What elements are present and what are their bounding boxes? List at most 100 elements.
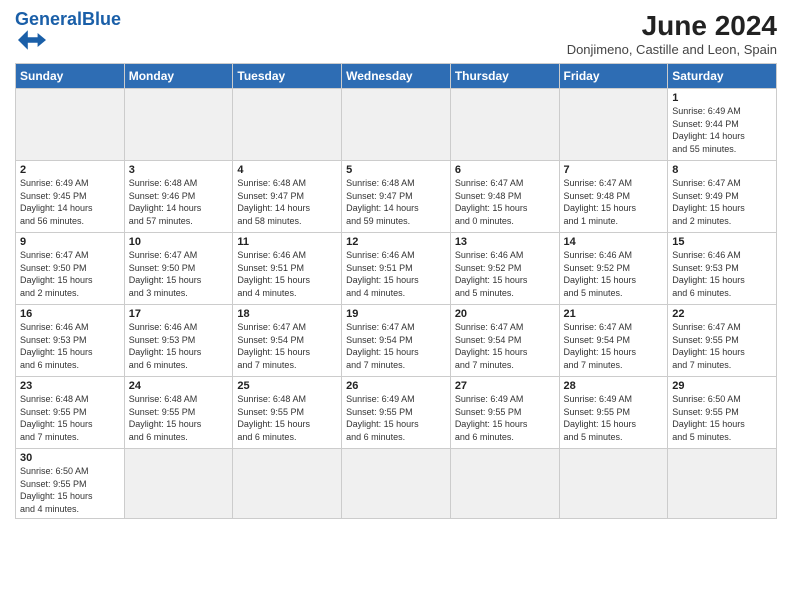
day-cell [450, 89, 559, 161]
day-info: Sunrise: 6:50 AMSunset: 9:55 PMDaylight:… [20, 465, 120, 515]
day-number: 3 [129, 164, 229, 176]
day-cell: 9Sunrise: 6:47 AMSunset: 9:50 PMDaylight… [16, 233, 125, 305]
header-cell-wednesday: Wednesday [342, 64, 451, 89]
day-number: 19 [346, 308, 446, 320]
day-cell: 8Sunrise: 6:47 AMSunset: 9:49 PMDaylight… [668, 161, 777, 233]
day-info: Sunrise: 6:49 AMSunset: 9:45 PMDaylight:… [20, 177, 120, 227]
day-cell: 17Sunrise: 6:46 AMSunset: 9:53 PMDayligh… [124, 305, 233, 377]
day-number: 18 [237, 308, 337, 320]
week-row-1: 2Sunrise: 6:49 AMSunset: 9:45 PMDaylight… [16, 161, 777, 233]
day-info: Sunrise: 6:48 AMSunset: 9:55 PMDaylight:… [237, 393, 337, 443]
day-info: Sunrise: 6:48 AMSunset: 9:47 PMDaylight:… [346, 177, 446, 227]
week-row-3: 16Sunrise: 6:46 AMSunset: 9:53 PMDayligh… [16, 305, 777, 377]
day-cell: 28Sunrise: 6:49 AMSunset: 9:55 PMDayligh… [559, 377, 668, 449]
day-cell: 30Sunrise: 6:50 AMSunset: 9:55 PMDayligh… [16, 449, 125, 519]
day-cell: 18Sunrise: 6:47 AMSunset: 9:54 PMDayligh… [233, 305, 342, 377]
day-info: Sunrise: 6:48 AMSunset: 9:47 PMDaylight:… [237, 177, 337, 227]
day-cell: 22Sunrise: 6:47 AMSunset: 9:55 PMDayligh… [668, 305, 777, 377]
day-number: 30 [20, 452, 120, 464]
day-cell: 23Sunrise: 6:48 AMSunset: 9:55 PMDayligh… [16, 377, 125, 449]
day-info: Sunrise: 6:46 AMSunset: 9:52 PMDaylight:… [564, 249, 664, 299]
subtitle: Donjimeno, Castille and Leon, Spain [567, 42, 777, 57]
week-row-0: 1Sunrise: 6:49 AMSunset: 9:44 PMDaylight… [16, 89, 777, 161]
logo-icon [18, 28, 46, 52]
day-number: 27 [455, 380, 555, 392]
title-area: June 2024 Donjimeno, Castille and Leon, … [567, 10, 777, 57]
day-info: Sunrise: 6:46 AMSunset: 9:53 PMDaylight:… [20, 321, 120, 371]
day-cell: 20Sunrise: 6:47 AMSunset: 9:54 PMDayligh… [450, 305, 559, 377]
day-info: Sunrise: 6:46 AMSunset: 9:53 PMDaylight:… [672, 249, 772, 299]
day-info: Sunrise: 6:47 AMSunset: 9:50 PMDaylight:… [20, 249, 120, 299]
day-info: Sunrise: 6:47 AMSunset: 9:55 PMDaylight:… [672, 321, 772, 371]
day-cell: 14Sunrise: 6:46 AMSunset: 9:52 PMDayligh… [559, 233, 668, 305]
day-cell: 13Sunrise: 6:46 AMSunset: 9:52 PMDayligh… [450, 233, 559, 305]
day-cell [124, 89, 233, 161]
day-info: Sunrise: 6:49 AMSunset: 9:55 PMDaylight:… [346, 393, 446, 443]
day-number: 2 [20, 164, 120, 176]
day-number: 20 [455, 308, 555, 320]
day-number: 28 [564, 380, 664, 392]
day-info: Sunrise: 6:49 AMSunset: 9:55 PMDaylight:… [455, 393, 555, 443]
day-info: Sunrise: 6:50 AMSunset: 9:55 PMDaylight:… [672, 393, 772, 443]
day-cell [342, 89, 451, 161]
day-cell: 2Sunrise: 6:49 AMSunset: 9:45 PMDaylight… [16, 161, 125, 233]
day-cell: 7Sunrise: 6:47 AMSunset: 9:48 PMDaylight… [559, 161, 668, 233]
calendar-body: 1Sunrise: 6:49 AMSunset: 9:44 PMDaylight… [16, 89, 777, 519]
day-number: 9 [20, 236, 120, 248]
day-cell: 24Sunrise: 6:48 AMSunset: 9:55 PMDayligh… [124, 377, 233, 449]
day-cell [233, 89, 342, 161]
week-row-4: 23Sunrise: 6:48 AMSunset: 9:55 PMDayligh… [16, 377, 777, 449]
day-info: Sunrise: 6:46 AMSunset: 9:52 PMDaylight:… [455, 249, 555, 299]
day-cell [559, 449, 668, 519]
day-number: 1 [672, 92, 772, 104]
day-cell [450, 449, 559, 519]
day-cell [233, 449, 342, 519]
calendar-page: GeneralBlue June 2024 Donjimeno, Castill… [0, 0, 792, 529]
day-info: Sunrise: 6:47 AMSunset: 9:48 PMDaylight:… [455, 177, 555, 227]
day-info: Sunrise: 6:49 AMSunset: 9:44 PMDaylight:… [672, 105, 772, 155]
day-number: 26 [346, 380, 446, 392]
day-number: 5 [346, 164, 446, 176]
day-cell [16, 89, 125, 161]
day-info: Sunrise: 6:46 AMSunset: 9:51 PMDaylight:… [346, 249, 446, 299]
day-info: Sunrise: 6:46 AMSunset: 9:51 PMDaylight:… [237, 249, 337, 299]
day-cell: 25Sunrise: 6:48 AMSunset: 9:55 PMDayligh… [233, 377, 342, 449]
day-info: Sunrise: 6:48 AMSunset: 9:55 PMDaylight:… [129, 393, 229, 443]
day-cell: 1Sunrise: 6:49 AMSunset: 9:44 PMDaylight… [668, 89, 777, 161]
day-info: Sunrise: 6:47 AMSunset: 9:54 PMDaylight:… [237, 321, 337, 371]
day-number: 6 [455, 164, 555, 176]
week-row-2: 9Sunrise: 6:47 AMSunset: 9:50 PMDaylight… [16, 233, 777, 305]
day-info: Sunrise: 6:47 AMSunset: 9:49 PMDaylight:… [672, 177, 772, 227]
header-row: SundayMondayTuesdayWednesdayThursdayFrid… [16, 64, 777, 89]
day-cell: 19Sunrise: 6:47 AMSunset: 9:54 PMDayligh… [342, 305, 451, 377]
day-info: Sunrise: 6:47 AMSunset: 9:54 PMDaylight:… [455, 321, 555, 371]
header-cell-saturday: Saturday [668, 64, 777, 89]
day-cell: 12Sunrise: 6:46 AMSunset: 9:51 PMDayligh… [342, 233, 451, 305]
day-number: 4 [237, 164, 337, 176]
day-number: 22 [672, 308, 772, 320]
day-cell [668, 449, 777, 519]
day-number: 23 [20, 380, 120, 392]
day-cell [559, 89, 668, 161]
day-cell: 4Sunrise: 6:48 AMSunset: 9:47 PMDaylight… [233, 161, 342, 233]
day-number: 10 [129, 236, 229, 248]
day-number: 12 [346, 236, 446, 248]
day-number: 15 [672, 236, 772, 248]
header-cell-thursday: Thursday [450, 64, 559, 89]
day-cell: 3Sunrise: 6:48 AMSunset: 9:46 PMDaylight… [124, 161, 233, 233]
calendar-table: SundayMondayTuesdayWednesdayThursdayFrid… [15, 63, 777, 519]
day-number: 29 [672, 380, 772, 392]
day-cell: 29Sunrise: 6:50 AMSunset: 9:55 PMDayligh… [668, 377, 777, 449]
logo: GeneralBlue [15, 10, 121, 52]
day-number: 17 [129, 308, 229, 320]
header-cell-monday: Monday [124, 64, 233, 89]
day-cell: 5Sunrise: 6:48 AMSunset: 9:47 PMDaylight… [342, 161, 451, 233]
day-number: 13 [455, 236, 555, 248]
day-info: Sunrise: 6:48 AMSunset: 9:55 PMDaylight:… [20, 393, 120, 443]
header-cell-tuesday: Tuesday [233, 64, 342, 89]
day-cell: 26Sunrise: 6:49 AMSunset: 9:55 PMDayligh… [342, 377, 451, 449]
day-info: Sunrise: 6:47 AMSunset: 9:54 PMDaylight:… [346, 321, 446, 371]
day-info: Sunrise: 6:47 AMSunset: 9:48 PMDaylight:… [564, 177, 664, 227]
logo-text: GeneralBlue [15, 10, 121, 28]
day-number: 8 [672, 164, 772, 176]
